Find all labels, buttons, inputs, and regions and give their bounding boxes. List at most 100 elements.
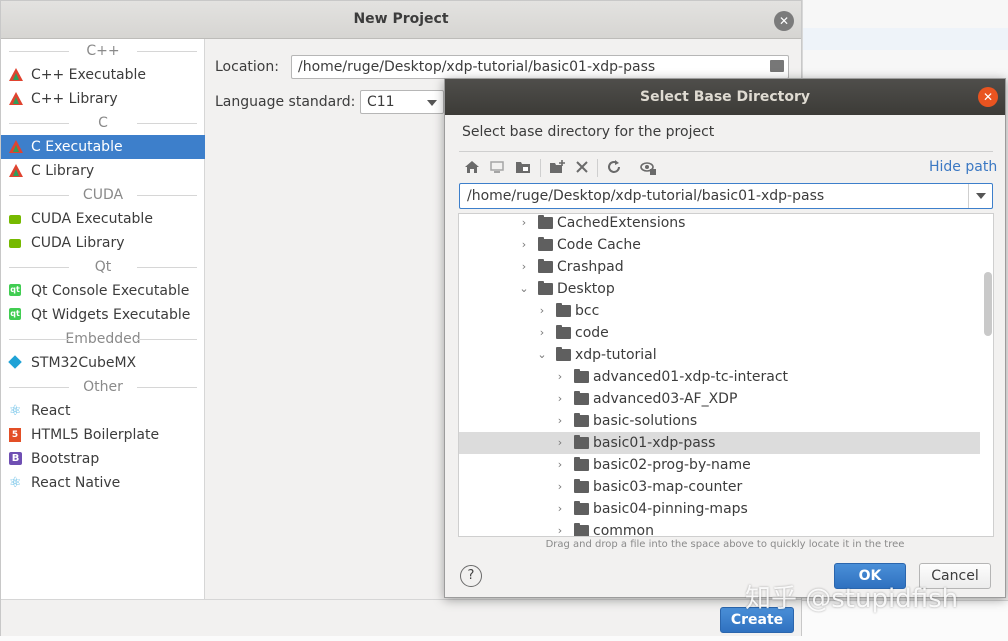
tree-row[interactable]: ⌄ Desktop: [459, 278, 980, 300]
chevron-right-icon[interactable]: ›: [535, 322, 549, 344]
tree-row-label: basic-solutions: [593, 413, 698, 429]
list-item-c-executable[interactable]: C Executable: [1, 135, 205, 159]
folder-icon[interactable]: [770, 60, 784, 72]
tree-row[interactable]: › basic02-prog-by-name: [459, 454, 980, 476]
drag-drop-hint: Drag and drop a file into the space abov…: [545, 539, 905, 550]
close-icon[interactable]: ✕: [978, 87, 998, 107]
project-type-list: C++ C++ Executable C++ Library C C Execu…: [1, 39, 205, 599]
dialog-titlebar: Select Base Directory ✕: [445, 79, 1005, 115]
folder-icon: [556, 325, 571, 339]
tree-row[interactable]: › advanced03-AF_XDP: [459, 388, 980, 410]
folder-icon: [538, 259, 553, 273]
tree-row-selected[interactable]: › basic01-xdp-pass: [459, 432, 980, 454]
tree-row[interactable]: › bcc: [459, 300, 980, 322]
list-item-stm32[interactable]: STM32CubeMX: [1, 351, 205, 375]
help-icon[interactable]: ?: [460, 565, 482, 587]
chevron-right-icon[interactable]: ›: [553, 432, 567, 454]
tree-row[interactable]: › basic-solutions: [459, 410, 980, 432]
tree-row[interactable]: › Code Cache: [459, 234, 980, 256]
item-label: HTML5 Boilerplate: [31, 427, 160, 443]
item-label: CUDA Executable: [31, 211, 153, 227]
chevron-right-icon[interactable]: ›: [553, 366, 567, 388]
folder-icon: [556, 303, 571, 317]
tree-row[interactable]: › basic03-map-counter: [459, 476, 980, 498]
list-item-html5[interactable]: 5 HTML5 Boilerplate: [1, 423, 205, 447]
list-item-bootstrap[interactable]: B Bootstrap: [1, 447, 205, 471]
dialog-title: Select Base Directory: [639, 89, 811, 105]
tree-row-label: bcc: [575, 303, 600, 319]
hide-path-link[interactable]: Hide path: [929, 159, 997, 175]
group-header-embedded: Embedded: [1, 327, 205, 351]
chevron-down-icon[interactable]: ⌄: [517, 278, 531, 300]
tree-row-label: CachedExtensions: [557, 215, 686, 231]
show-hidden-icon[interactable]: [640, 159, 658, 177]
delete-icon[interactable]: [574, 159, 592, 177]
location-label: Location:: [215, 59, 279, 75]
folder-icon: [574, 501, 589, 515]
list-item-c-library[interactable]: C Library: [1, 159, 205, 183]
folder-icon: [538, 215, 553, 229]
item-label: STM32CubeMX: [31, 355, 137, 371]
chevron-right-icon[interactable]: ›: [517, 214, 531, 234]
tree-scrollbar[interactable]: [984, 272, 992, 336]
item-label: C Executable: [31, 139, 123, 155]
tree-row-label: xdp-tutorial: [575, 347, 657, 363]
chevron-right-icon[interactable]: ›: [553, 520, 567, 536]
tree-row[interactable]: › basic04-pinning-maps: [459, 498, 980, 520]
group-header-qt: Qt: [1, 255, 205, 279]
location-field[interactable]: /home/ruge/Desktop/xdp-tutorial/basic01-…: [291, 55, 789, 79]
tree-row[interactable]: › Crashpad: [459, 256, 980, 278]
list-item-react[interactable]: ⚛ React: [1, 399, 205, 423]
chevron-right-icon[interactable]: ›: [553, 498, 567, 520]
tree-row-label: advanced03-AF_XDP: [593, 391, 738, 407]
chevron-right-icon[interactable]: ›: [553, 454, 567, 476]
chevron-right-icon[interactable]: ›: [535, 300, 549, 322]
list-item-cuda-executable[interactable]: CUDA Executable: [1, 207, 205, 231]
folder-icon: [538, 237, 553, 251]
tree-row[interactable]: › code: [459, 322, 980, 344]
list-item-qt-widgets[interactable]: qt Qt Widgets Executable: [1, 303, 205, 327]
refresh-icon[interactable]: [606, 159, 624, 177]
item-label: C++ Executable: [31, 67, 147, 83]
tree-row[interactable]: ⌄ xdp-tutorial: [459, 344, 980, 366]
clion-icon: [9, 164, 23, 178]
react-icon: ⚛: [9, 475, 22, 491]
list-item-react-native[interactable]: ⚛ React Native: [1, 471, 205, 495]
chevron-down-icon[interactable]: ⌄: [535, 344, 549, 366]
chevron-right-icon[interactable]: ›: [553, 476, 567, 498]
tree-row-label: basic03-map-counter: [593, 479, 743, 495]
folder-icon: [574, 479, 589, 493]
qt-icon: qt: [9, 308, 21, 320]
path-value: /home/ruge/Desktop/xdp-tutorial/basic01-…: [467, 188, 825, 204]
list-item-qt-console[interactable]: qt Qt Console Executable: [1, 279, 205, 303]
chevron-right-icon[interactable]: ›: [517, 256, 531, 278]
home-icon[interactable]: [464, 159, 482, 177]
list-item-cpp-executable[interactable]: C++ Executable: [1, 63, 205, 87]
list-item-cpp-library[interactable]: C++ Library: [1, 87, 205, 111]
project-folder-icon[interactable]: [515, 159, 533, 177]
tree-row[interactable]: › advanced01-xdp-tc-interact: [459, 366, 980, 388]
tree-row[interactable]: › common: [459, 520, 980, 536]
language-standard-select[interactable]: C11: [360, 90, 444, 114]
new-project-footer: Create: [1, 599, 801, 636]
group-header-cuda: CUDA: [1, 183, 205, 207]
select-base-directory-dialog: Select Base Directory ✕ Select base dire…: [444, 78, 1006, 598]
list-item-cuda-library[interactable]: CUDA Library: [1, 231, 205, 255]
desktop-icon[interactable]: [489, 159, 507, 177]
close-icon[interactable]: ✕: [774, 11, 794, 31]
path-input[interactable]: /home/ruge/Desktop/xdp-tutorial/basic01-…: [459, 183, 993, 209]
item-label: Bootstrap: [31, 451, 100, 467]
new-folder-icon[interactable]: [549, 159, 567, 177]
folder-icon: [574, 523, 589, 536]
tree-row-label: Crashpad: [557, 259, 624, 275]
chevron-right-icon[interactable]: ›: [517, 234, 531, 256]
dialog-subtitle: Select base directory for the project: [462, 124, 715, 140]
directory-tree: › CachedExtensions › Code Cache › Crashpad …: [458, 213, 994, 537]
chevron-down-icon[interactable]: [968, 184, 992, 208]
chevron-right-icon[interactable]: ›: [553, 410, 567, 432]
html5-icon: 5: [9, 428, 23, 442]
tree-row[interactable]: › CachedExtensions: [459, 214, 980, 234]
group-header-other: Other: [1, 375, 205, 399]
language-standard-value: C11: [367, 94, 395, 110]
chevron-right-icon[interactable]: ›: [553, 388, 567, 410]
